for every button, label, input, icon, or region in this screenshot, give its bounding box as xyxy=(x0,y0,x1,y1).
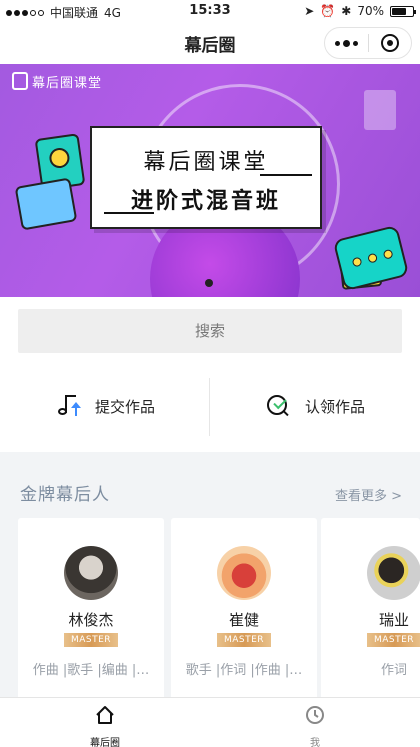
tab-me[interactable]: 我 xyxy=(210,698,420,747)
creator-card[interactable]: 林俊杰 MASTER 作曲 |歌手 |编曲 |… xyxy=(18,518,164,708)
see-more-link[interactable]: 查看更多 > xyxy=(335,485,402,504)
more-menu-icon[interactable] xyxy=(325,28,368,58)
battery-icon xyxy=(390,5,416,17)
submit-work-button[interactable]: 提交作品 xyxy=(0,372,210,440)
creator-card[interactable]: 崔健 MASTER 歌手 |作词 |作曲 |… xyxy=(171,518,317,708)
home-icon xyxy=(96,706,114,724)
banner-line-1: 幕后圈课堂 xyxy=(143,150,269,175)
tab-home-label: 幕后圈 xyxy=(90,738,120,747)
gold-creators-section: 金牌幕后人 查看更多 > 林俊杰 MASTER 作曲 |歌手 |编曲 |… 崔健… xyxy=(0,452,420,708)
avatar xyxy=(367,546,420,600)
submit-work-label: 提交作品 xyxy=(94,397,155,416)
location-icon: ➤ xyxy=(304,4,315,18)
close-miniprogram-icon[interactable] xyxy=(368,28,411,58)
creator-name: 瑞业 xyxy=(378,611,409,629)
creator-roles: 歌手 |作词 |作曲 |… xyxy=(185,663,303,678)
clock-icon xyxy=(306,706,324,724)
actions-divider xyxy=(209,378,210,436)
claim-work-label: 认领作品 xyxy=(304,397,365,416)
tab-me-label: 我 xyxy=(310,738,320,747)
banner-title-card: 幕后圈课堂 进阶式混音班 xyxy=(90,126,322,229)
chat-window-icon xyxy=(14,177,78,231)
banner-logo-name: 幕后圈课堂 xyxy=(32,76,103,91)
carousel-indicator[interactable] xyxy=(205,279,213,287)
avatar xyxy=(217,546,271,600)
search-check-icon xyxy=(265,392,293,420)
master-badge: MASTER xyxy=(217,633,271,647)
bluetooth-icon: ✱ xyxy=(341,4,352,18)
avatar xyxy=(64,546,118,600)
quick-actions: 提交作品 认领作品 xyxy=(0,372,420,440)
banner-underline-1 xyxy=(260,174,312,176)
banner-logo: 幕后圈课堂 xyxy=(12,72,102,91)
miniprogram-capsule xyxy=(324,27,412,59)
app-screen: 中国联通 4G 15:33 ➤ ⏰ ✱ 70% 幕后圈 幕后圈课堂 幕后圈课堂 … xyxy=(0,0,420,747)
creator-card[interactable]: 瑞业 MASTER 作词 xyxy=(321,518,420,708)
document-icon xyxy=(364,90,396,130)
music-upload-icon xyxy=(55,392,83,420)
creator-name: 林俊杰 xyxy=(68,611,114,629)
banner-underline-2 xyxy=(104,212,154,214)
section-title: 金牌幕后人 xyxy=(20,485,110,505)
status-right: ➤ ⏰ ✱ 70% xyxy=(304,4,416,18)
creator-roles: 作曲 |歌手 |编曲 |… xyxy=(32,663,150,678)
master-badge: MASTER xyxy=(64,633,118,647)
battery-label: 70% xyxy=(357,4,384,18)
banner-line-2: 进阶式混音班 xyxy=(130,189,281,214)
tab-bar: 幕后圈 我 xyxy=(0,697,420,747)
claim-work-button[interactable]: 认领作品 xyxy=(210,372,420,440)
message-dots-icon xyxy=(332,224,410,292)
status-bar: 中国联通 4G 15:33 ➤ ⏰ ✱ 70% xyxy=(0,0,420,22)
tab-home[interactable]: 幕后圈 xyxy=(0,698,210,747)
alarm-icon: ⏰ xyxy=(320,4,336,18)
creator-roles: 作词 xyxy=(380,663,407,678)
master-badge: MASTER xyxy=(367,633,420,647)
search-input[interactable]: 搜索 xyxy=(18,309,402,353)
creator-name: 崔健 xyxy=(228,611,259,629)
logo-mark-icon xyxy=(12,72,28,90)
nav-bar: 幕后圈 xyxy=(0,22,420,64)
promo-banner[interactable]: 幕后圈课堂 幕后圈课堂 进阶式混音班 xyxy=(0,64,420,297)
